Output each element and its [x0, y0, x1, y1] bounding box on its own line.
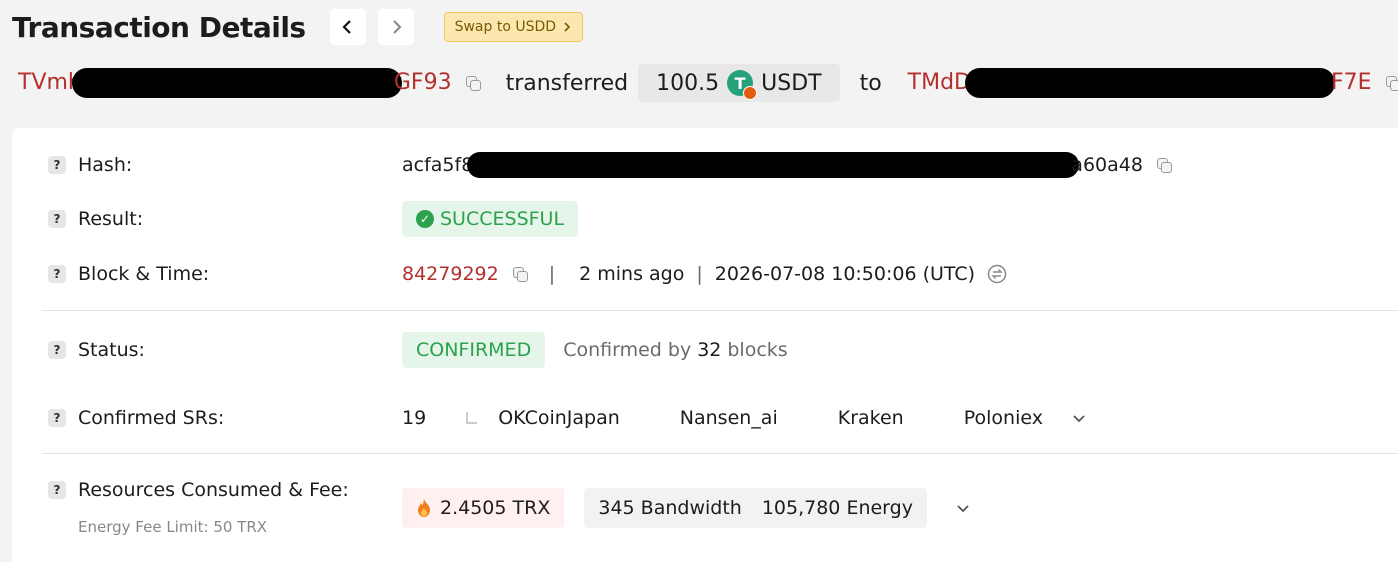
fee-pill: 2.4505 TRX	[402, 488, 565, 528]
token-symbol[interactable]: USDT	[761, 71, 821, 96]
copy-icon[interactable]	[512, 267, 528, 282]
to-address[interactable]: TMdD F7E	[908, 68, 1372, 98]
help-icon[interactable]: ?	[48, 156, 66, 174]
copy-icon[interactable]	[465, 76, 481, 91]
block-time-row: ? Block & Time:	[48, 259, 209, 289]
page-title: Transaction Details	[12, 10, 306, 44]
divider	[42, 310, 1398, 311]
redaction	[71, 68, 402, 98]
hash-row: ? Hash:	[48, 150, 132, 180]
srs-label: Confirmed SRs:	[78, 407, 225, 429]
redaction	[965, 68, 1335, 98]
srs-value: 19 OKCoinJapan Nansen_ai Kraken Poloniex	[402, 403, 1087, 433]
usdt-token-icon: T	[727, 70, 758, 100]
help-icon[interactable]: ?	[48, 341, 66, 359]
hash-value: acfa5f8 a60a48	[402, 150, 1172, 180]
amount-pill: 100.5 T USDT	[638, 64, 840, 102]
resources-value: 2.4505 TRX 345 Bandwidth 105,780 Energy	[402, 488, 971, 528]
success-badge: ✓ SUCCESSFUL	[402, 201, 579, 237]
energy-fee-limit: Energy Fee Limit: 50 TRX	[78, 518, 268, 536]
result-label: Result:	[78, 208, 144, 230]
result-row: ? Result:	[48, 204, 143, 234]
bandwidth-value: 345 Bandwidth	[598, 497, 742, 519]
sr-item[interactable]: Poloniex	[964, 407, 1043, 429]
redaction	[467, 152, 1080, 178]
srs-count: 19	[402, 407, 427, 429]
switch-timezone-icon[interactable]	[987, 264, 1007, 284]
srs-row: ? Confirmed SRs:	[48, 403, 224, 433]
prev-button[interactable]	[329, 9, 366, 45]
chevron-right-icon	[392, 20, 402, 34]
status-row: ? Status:	[48, 335, 145, 365]
corner-arrow-icon	[466, 412, 478, 424]
confirmed-badge: CONFIRMED	[402, 332, 546, 368]
block-number-link[interactable]: 84279292	[402, 263, 499, 285]
time-ago: 2 mins ago	[579, 263, 685, 285]
resources-row: ? Resources Consumed & Fee:	[48, 475, 349, 505]
result-value: ✓ SUCCESSFUL	[402, 201, 579, 237]
help-icon[interactable]: ?	[48, 409, 66, 427]
confirmed-by-text: Confirmed by	[563, 339, 692, 361]
to-label: to	[859, 70, 882, 96]
confirmed-blocks-count: 32	[697, 339, 722, 361]
hash-label: Hash:	[78, 154, 133, 176]
details-card: ? Hash: acfa5f8 a60a48 ? Result: ✓ SUCCE…	[12, 128, 1398, 562]
transferred-label: transferred	[505, 70, 629, 96]
resources-label: Resources Consumed & Fee:	[78, 479, 349, 501]
sr-item[interactable]: Kraken	[838, 407, 904, 429]
copy-icon[interactable]	[1385, 76, 1398, 91]
blocks-word: blocks	[727, 339, 788, 361]
chevron-left-icon	[342, 20, 351, 34]
fee-value: 2.4505 TRX	[440, 497, 551, 519]
copy-icon[interactable]	[1156, 158, 1172, 173]
transfer-summary: TVmh GF93 transferred 100.5 T USDT to TMd…	[18, 64, 1398, 102]
next-button[interactable]	[377, 9, 414, 45]
flame-icon	[418, 499, 430, 517]
divider	[42, 453, 1398, 454]
amount-value: 100.5	[656, 70, 720, 96]
sr-item[interactable]: Nansen_ai	[680, 407, 778, 429]
help-icon[interactable]: ?	[48, 481, 66, 499]
from-address[interactable]: TVmh GF93	[18, 68, 452, 98]
swap-label: Swap to USDD	[454, 19, 557, 35]
help-icon[interactable]: ?	[48, 265, 66, 283]
chevron-down-icon[interactable]	[1071, 410, 1087, 426]
help-icon[interactable]: ?	[48, 210, 66, 228]
status-value: CONFIRMED Confirmed by 32 blocks	[402, 332, 788, 368]
block-time-value: 84279292 | 2 mins ago | 2026-07-08 10:50…	[402, 259, 1007, 289]
swap-to-usdd-button[interactable]: Swap to USDD	[443, 12, 584, 42]
status-label: Status:	[78, 339, 145, 361]
sr-item[interactable]: OKCoinJapan	[498, 407, 620, 429]
timestamp: 2026-07-08 10:50:06 (UTC)	[714, 263, 976, 285]
page-header: Transaction Details Swap to USDD	[12, 8, 584, 46]
check-circle-icon: ✓	[416, 210, 434, 228]
energy-value: 105,780 Energy	[761, 497, 913, 519]
resources-pill: 345 Bandwidth 105,780 Energy	[584, 488, 927, 528]
chevron-down-icon[interactable]	[955, 500, 971, 516]
chevron-right-icon	[564, 22, 571, 32]
block-time-label: Block & Time:	[78, 263, 210, 285]
